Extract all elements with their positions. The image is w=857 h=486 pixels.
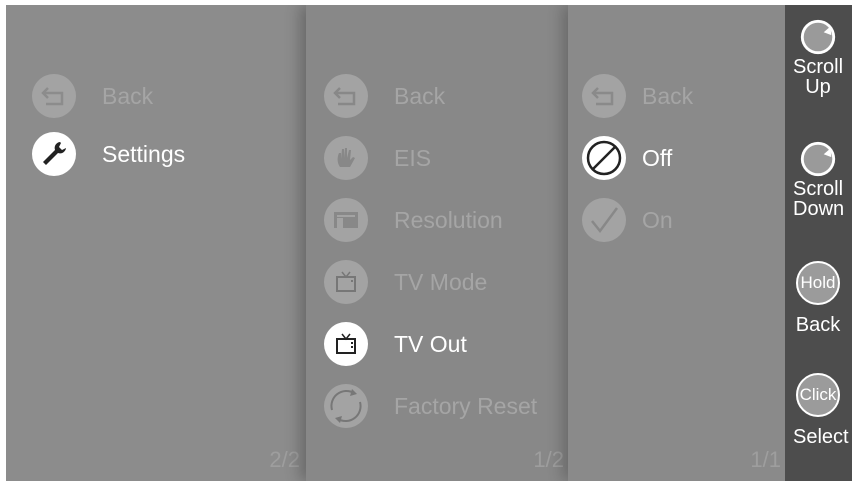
control-hints-sidebar: Scroll Up Scroll Down Hold Back Click Se… xyxy=(785,5,852,481)
back-hint-label: Back xyxy=(795,314,841,336)
resolution-icon xyxy=(324,198,368,242)
menu-item-label: Back xyxy=(394,82,446,109)
scroll-down-label-line2: Down xyxy=(793,198,845,220)
hand-stabilize-icon xyxy=(324,136,368,180)
scroll-down-label-line1: Scroll xyxy=(793,178,844,200)
select-hint-label: Select xyxy=(793,426,849,448)
camera-menu-screen: Back Settings 2/2 Back EIS Resolution TV… xyxy=(6,5,852,481)
rotate-icon xyxy=(798,17,838,57)
menu-item-off[interactable]: Off xyxy=(582,133,672,183)
menu-item-tv-out[interactable]: TV Out xyxy=(324,319,467,369)
menu-item-label: Settings xyxy=(102,140,186,167)
page-indicator: 2/2 xyxy=(269,447,300,472)
click-badge: Click xyxy=(796,373,840,417)
menu-item-label: EIS xyxy=(394,144,432,171)
menu-item-back[interactable]: Back xyxy=(324,71,445,121)
page-indicator: 1/1 xyxy=(750,447,781,472)
hold-badge: Hold xyxy=(796,261,840,305)
menu-item-label: Off xyxy=(642,144,673,171)
checkmark-icon xyxy=(582,198,626,242)
scroll-up-label-line2: Up xyxy=(805,76,831,98)
main-settings-panel: Back EIS Resolution TV Mode TV Out Facto… xyxy=(306,5,568,481)
menu-item-label: TV Mode xyxy=(394,268,488,295)
menu-item-back[interactable]: Back xyxy=(32,71,153,121)
scroll-down-button[interactable]: Scroll Down xyxy=(793,139,845,220)
menu-item-factory-reset[interactable]: Factory Reset xyxy=(324,381,537,431)
back-arrow-icon xyxy=(582,74,626,118)
click-select-button[interactable]: Click Select xyxy=(793,373,849,448)
back-arrow-icon xyxy=(324,74,368,118)
rotate-icon xyxy=(798,139,838,179)
menu-item-back[interactable]: Back xyxy=(582,71,693,121)
tv-out-options-panel: Back Off On 1/1 xyxy=(568,5,785,481)
page-indicator: 1/2 xyxy=(533,447,564,472)
menu-item-label: On xyxy=(642,206,673,233)
wrench-icon xyxy=(32,132,76,176)
menu-item-label: TV Out xyxy=(394,330,467,357)
back-arrow-icon xyxy=(32,74,76,118)
menu-item-settings[interactable]: Settings xyxy=(32,129,185,179)
tv-icon xyxy=(324,260,368,304)
menu-item-label: Factory Reset xyxy=(394,392,538,419)
scroll-up-label-line1: Scroll xyxy=(793,56,844,78)
hold-back-button[interactable]: Hold Back xyxy=(793,261,843,335)
menu-item-on[interactable]: On xyxy=(582,195,673,245)
menu-item-label: Resolution xyxy=(394,206,503,233)
settings-menu-panel: Back Settings 2/2 xyxy=(6,5,306,481)
menu-item-tv-mode[interactable]: TV Mode xyxy=(324,257,487,307)
scroll-up-button[interactable]: Scroll Up xyxy=(793,17,843,97)
refresh-cycle-icon xyxy=(324,384,368,428)
slash-circle-icon xyxy=(582,136,626,180)
menu-item-label: Back xyxy=(642,82,694,109)
tv-icon xyxy=(324,322,368,366)
menu-item-resolution[interactable]: Resolution xyxy=(324,195,503,245)
menu-item-label: Back xyxy=(102,82,154,109)
menu-item-eis[interactable]: EIS xyxy=(324,133,431,183)
